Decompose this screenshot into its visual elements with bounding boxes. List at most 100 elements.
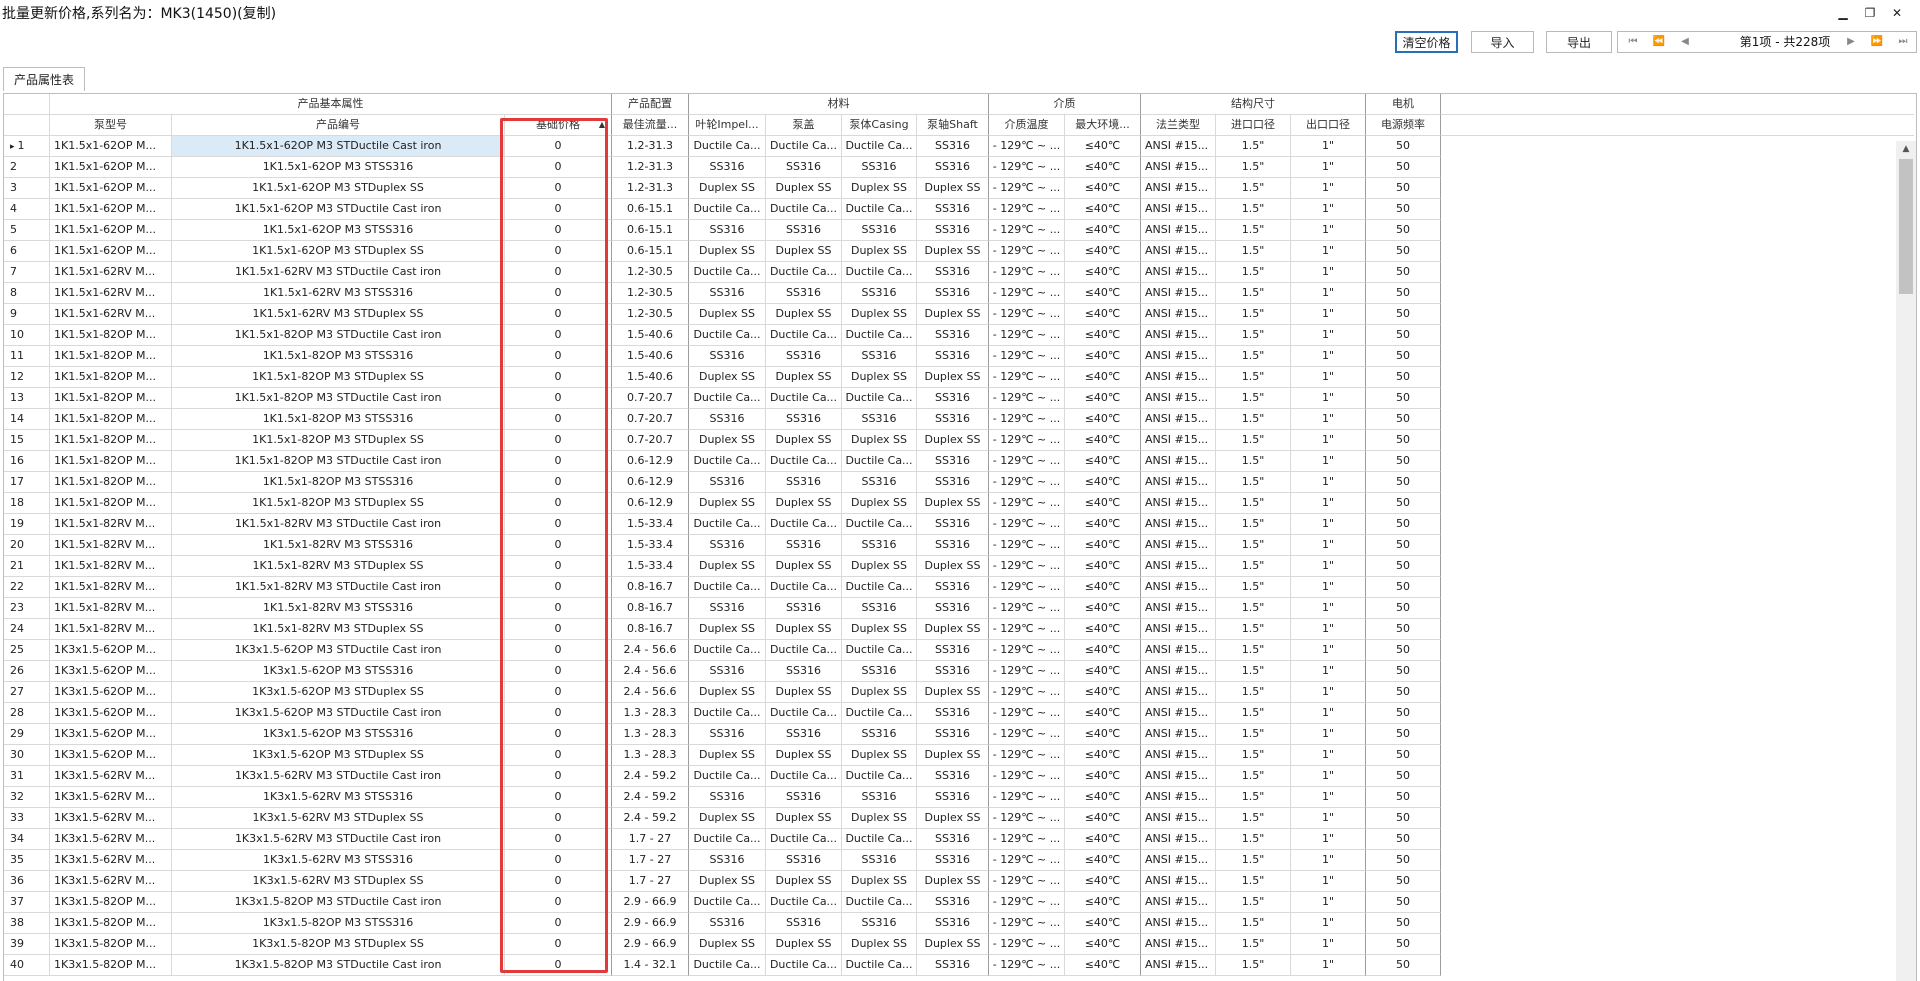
cell-temp[interactable]: - 129℃ ~ ...: [989, 661, 1065, 682]
cell-outlet[interactable]: 1": [1291, 934, 1366, 955]
cell-flange[interactable]: ANSI #15...: [1141, 283, 1216, 304]
cell-cover[interactable]: Ductile Ca...: [766, 136, 842, 157]
cell-inlet[interactable]: 1.5": [1216, 241, 1291, 262]
cell-model[interactable]: 1K3x1.5-82OP M...: [50, 934, 172, 955]
cell-flange[interactable]: ANSI #15...: [1141, 535, 1216, 556]
cell-freq[interactable]: 50: [1366, 493, 1441, 514]
row-number[interactable]: 23: [4, 598, 50, 619]
cell-code[interactable]: 1K1.5x1-82RV M3 STDuplex SS: [172, 556, 505, 577]
cell-flow[interactable]: 1.5-33.4: [612, 535, 689, 556]
cell-impeller[interactable]: Duplex SS: [689, 556, 766, 577]
cell-outlet[interactable]: 1": [1291, 640, 1366, 661]
col-pump-model[interactable]: 泵型号: [50, 115, 172, 136]
cell-impeller[interactable]: Duplex SS: [689, 682, 766, 703]
cell-flow[interactable]: 1.5-40.6: [612, 367, 689, 388]
cell-outlet[interactable]: 1": [1291, 451, 1366, 472]
cell-flow[interactable]: 0.8-16.7: [612, 598, 689, 619]
cell-inlet[interactable]: 1.5": [1216, 220, 1291, 241]
cell-temp[interactable]: - 129℃ ~ ...: [989, 619, 1065, 640]
row-number[interactable]: 7: [4, 262, 50, 283]
cell-casing[interactable]: SS316: [842, 409, 917, 430]
cell-flow[interactable]: 1.4 - 32.1: [612, 955, 689, 976]
cell-model[interactable]: 1K1.5x1-62OP M...: [50, 157, 172, 178]
table-row[interactable]: 2 1K1.5x1-62OP M... 1K1.5x1-62OP M3 STSS31…: [4, 157, 1441, 178]
cell-price[interactable]: 0: [505, 577, 612, 598]
cell-temp[interactable]: - 129℃ ~ ...: [989, 850, 1065, 871]
cell-impeller[interactable]: Duplex SS: [689, 808, 766, 829]
cell-price[interactable]: 0: [505, 346, 612, 367]
cell-code[interactable]: 1K1.5x1-62OP M3 STDuctile Cast iron: [172, 136, 505, 157]
cell-casing[interactable]: Duplex SS: [842, 430, 917, 451]
cell-flow[interactable]: 2.9 - 66.9: [612, 913, 689, 934]
table-row[interactable]: 8 1K1.5x1-62RV M... 1K1.5x1-62RV M3 STSS31…: [4, 283, 1441, 304]
row-number[interactable]: 13: [4, 388, 50, 409]
cell-env[interactable]: ≤40℃: [1065, 640, 1141, 661]
cell-env[interactable]: ≤40℃: [1065, 325, 1141, 346]
cell-shaft[interactable]: SS316: [917, 262, 989, 283]
cell-inlet[interactable]: 1.5": [1216, 430, 1291, 451]
cell-flow[interactable]: 2.4 - 59.2: [612, 808, 689, 829]
table-row[interactable]: 26 1K3x1.5-62OP M... 1K3x1.5-62OP M3 STSS3…: [4, 661, 1441, 682]
row-number[interactable]: 16: [4, 451, 50, 472]
cell-impeller[interactable]: SS316: [689, 409, 766, 430]
cell-outlet[interactable]: 1": [1291, 220, 1366, 241]
cell-outlet[interactable]: 1": [1291, 409, 1366, 430]
cell-inlet[interactable]: 1.5": [1216, 388, 1291, 409]
cell-outlet[interactable]: 1": [1291, 661, 1366, 682]
cell-env[interactable]: ≤40℃: [1065, 304, 1141, 325]
cell-temp[interactable]: - 129℃ ~ ...: [989, 766, 1065, 787]
cell-outlet[interactable]: 1": [1291, 157, 1366, 178]
cell-cover[interactable]: Ductile Ca...: [766, 892, 842, 913]
cell-flange[interactable]: ANSI #15...: [1141, 346, 1216, 367]
cell-model[interactable]: 1K1.5x1-82OP M...: [50, 325, 172, 346]
cell-shaft[interactable]: Duplex SS: [917, 934, 989, 955]
cell-env[interactable]: ≤40℃: [1065, 472, 1141, 493]
cell-outlet[interactable]: 1": [1291, 367, 1366, 388]
cell-inlet[interactable]: 1.5": [1216, 556, 1291, 577]
table-row[interactable]: 39 1K3x1.5-82OP M... 1K3x1.5-82OP M3 STDup…: [4, 934, 1441, 955]
cell-flange[interactable]: ANSI #15...: [1141, 892, 1216, 913]
cell-model[interactable]: 1K3x1.5-82OP M...: [50, 955, 172, 976]
cell-price[interactable]: 0: [505, 262, 612, 283]
cell-price[interactable]: 0: [505, 367, 612, 388]
cell-temp[interactable]: - 129℃ ~ ...: [989, 220, 1065, 241]
cell-inlet[interactable]: 1.5": [1216, 199, 1291, 220]
cell-shaft[interactable]: SS316: [917, 472, 989, 493]
cell-flange[interactable]: ANSI #15...: [1141, 703, 1216, 724]
cell-flange[interactable]: ANSI #15...: [1141, 787, 1216, 808]
cell-shaft[interactable]: SS316: [917, 724, 989, 745]
cell-flange[interactable]: ANSI #15...: [1141, 661, 1216, 682]
cell-casing[interactable]: Duplex SS: [842, 241, 917, 262]
cell-flange[interactable]: ANSI #15...: [1141, 766, 1216, 787]
cell-inlet[interactable]: 1.5": [1216, 577, 1291, 598]
cell-impeller[interactable]: Duplex SS: [689, 619, 766, 640]
cell-code[interactable]: 1K1.5x1-82OP M3 STDuplex SS: [172, 367, 505, 388]
table-row[interactable]: 11 1K1.5x1-82OP M... 1K1.5x1-82OP M3 STSS3…: [4, 346, 1441, 367]
cell-env[interactable]: ≤40℃: [1065, 220, 1141, 241]
cell-freq[interactable]: 50: [1366, 724, 1441, 745]
row-number[interactable]: 8: [4, 283, 50, 304]
cell-shaft[interactable]: Duplex SS: [917, 304, 989, 325]
cell-casing[interactable]: Duplex SS: [842, 934, 917, 955]
cell-shaft[interactable]: SS316: [917, 598, 989, 619]
cell-model[interactable]: 1K1.5x1-82OP M...: [50, 367, 172, 388]
cell-shaft[interactable]: Duplex SS: [917, 241, 989, 262]
cell-outlet[interactable]: 1": [1291, 304, 1366, 325]
cell-freq[interactable]: 50: [1366, 703, 1441, 724]
cell-flange[interactable]: ANSI #15...: [1141, 850, 1216, 871]
cell-shaft[interactable]: SS316: [917, 640, 989, 661]
cell-cover[interactable]: Duplex SS: [766, 178, 842, 199]
next-block-icon[interactable]: ⏩: [1864, 32, 1890, 52]
cell-freq[interactable]: 50: [1366, 661, 1441, 682]
table-row[interactable]: 27 1K3x1.5-62OP M... 1K3x1.5-62OP M3 STDup…: [4, 682, 1441, 703]
cell-flow[interactable]: 1.3 - 28.3: [612, 703, 689, 724]
cell-flange[interactable]: ANSI #15...: [1141, 619, 1216, 640]
cell-temp[interactable]: - 129℃ ~ ...: [989, 745, 1065, 766]
cell-temp[interactable]: - 129℃ ~ ...: [989, 598, 1065, 619]
cell-inlet[interactable]: 1.5": [1216, 136, 1291, 157]
cell-impeller[interactable]: SS316: [689, 535, 766, 556]
cell-outlet[interactable]: 1": [1291, 178, 1366, 199]
cell-freq[interactable]: 50: [1366, 787, 1441, 808]
cell-model[interactable]: 1K1.5x1-62OP M...: [50, 220, 172, 241]
cell-temp[interactable]: - 129℃ ~ ...: [989, 346, 1065, 367]
